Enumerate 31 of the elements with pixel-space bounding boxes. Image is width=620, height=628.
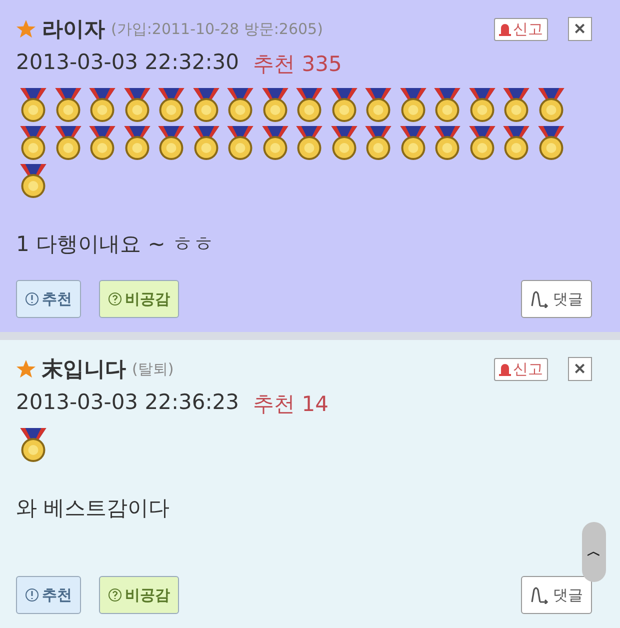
timestamp: 2013-03-03 22:36:23 (16, 390, 240, 416)
author-name: 末입니다 (42, 356, 126, 383)
recommend-count: 추천 14 (253, 391, 328, 418)
downvote-button[interactable]: 비공감 (99, 280, 179, 318)
question-icon (108, 292, 122, 306)
close-button[interactable]: ✕ (568, 357, 592, 381)
siren-icon (499, 362, 511, 376)
reply-arrow-icon (530, 586, 550, 604)
author-name: 라이자 (42, 16, 105, 43)
downvote-button[interactable]: 비공감 (99, 576, 179, 614)
question-icon (108, 588, 122, 602)
star-icon (16, 359, 36, 379)
recommend-count: 추천 335 (253, 51, 342, 78)
comment-text: 와 베스트감이다 (16, 495, 171, 522)
exclamation-icon (25, 292, 39, 306)
reply-arrow-icon (530, 290, 550, 308)
author-meta: (탈퇴) (132, 360, 174, 378)
reply-button[interactable]: 댓글 (521, 280, 592, 318)
star-icon (16, 19, 36, 39)
upvote-button[interactable]: 추천 (16, 576, 81, 614)
reply-button[interactable]: 댓글 (521, 576, 592, 614)
upvote-button[interactable]: 추천 (16, 280, 81, 318)
report-button[interactable]: 신고 (494, 358, 548, 380)
close-button[interactable]: ✕ (568, 17, 592, 41)
timestamp: 2013-03-03 22:32:30 (16, 50, 240, 76)
scroll-top-button[interactable]: ︿ (582, 522, 606, 582)
exclamation-icon (25, 588, 39, 602)
siren-icon (499, 22, 511, 36)
report-button[interactable]: 신고 (494, 18, 548, 40)
author-meta: (가입:2011-10-28 방문:2605) (111, 20, 323, 38)
comment-text: 1 다행이내요 ~ ㅎㅎ (16, 231, 215, 258)
